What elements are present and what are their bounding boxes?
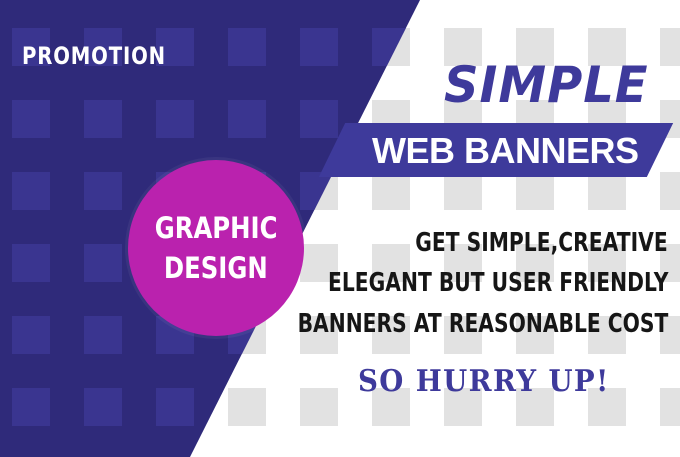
headline-simple: SIMPLE — [444, 56, 649, 114]
body-text-line-1: GET SIMPLE,CREATIVE — [415, 228, 668, 258]
web-banners-text: WEB BANNERS — [372, 130, 639, 171]
promotion-label: PROMOTION — [22, 42, 166, 70]
graphic-design-circle: GRAPHIC DESIGN — [128, 160, 304, 336]
promo-banner: PROMOTION GRAPHIC DESIGN SIMPLE WEB BANN… — [0, 0, 680, 457]
body-text-line-2: ELEGANT BUT USER FRIENDLY — [327, 268, 668, 298]
body-text-line-3: BANNERS AT REASONABLE COST — [297, 309, 668, 339]
circle-text-line-1: GRAPHIC — [154, 211, 278, 245]
call-to-action: SO HURRY UP! — [358, 364, 610, 399]
circle-text-line-2: DESIGN — [164, 251, 268, 285]
